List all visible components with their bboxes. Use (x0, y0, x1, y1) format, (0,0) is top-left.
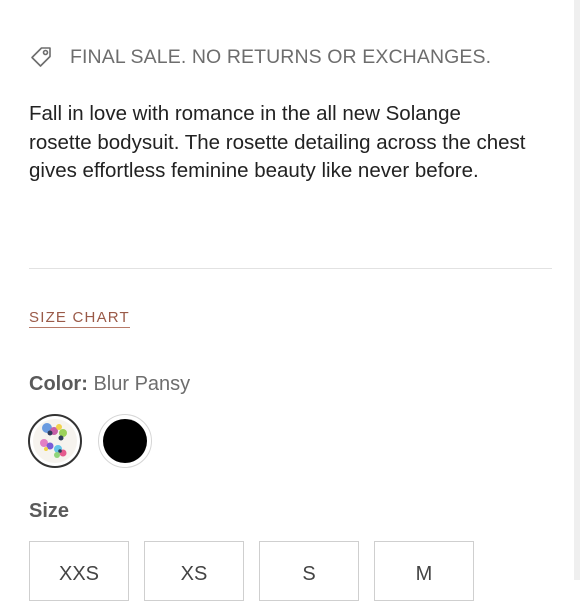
color-label: Color: (29, 373, 88, 395)
final-sale-text: FINAL SALE. NO RETURNS OR EXCHANGES. (70, 45, 492, 68)
color-selection-label: Color: Blur Pansy (29, 373, 190, 396)
size-chart-link[interactable]: SIZE CHART (29, 309, 130, 328)
size-option-s[interactable]: S (259, 541, 359, 601)
size-options: XXS XS S M (29, 541, 474, 601)
product-description: Fall in love with romance in the all new… (29, 102, 537, 182)
scrollbar[interactable] (574, 0, 580, 580)
size-option-xs[interactable]: XS (144, 541, 244, 601)
final-sale-notice: FINAL SALE. NO RETURNS OR EXCHANGES. (29, 45, 491, 69)
floral-print-swatch-image (33, 419, 77, 463)
size-label: Size (29, 500, 70, 522)
tag-icon (31, 47, 51, 67)
size-option-xxs[interactable]: XXS (29, 541, 129, 601)
swatch-black[interactable] (98, 414, 152, 468)
color-swatches (28, 414, 152, 468)
divider (29, 268, 552, 269)
black-swatch-fill (103, 419, 147, 463)
size-option-m[interactable]: M (374, 541, 474, 601)
swatch-blur-pansy[interactable] (28, 414, 82, 468)
selected-color-value: Blur Pansy (93, 373, 191, 395)
